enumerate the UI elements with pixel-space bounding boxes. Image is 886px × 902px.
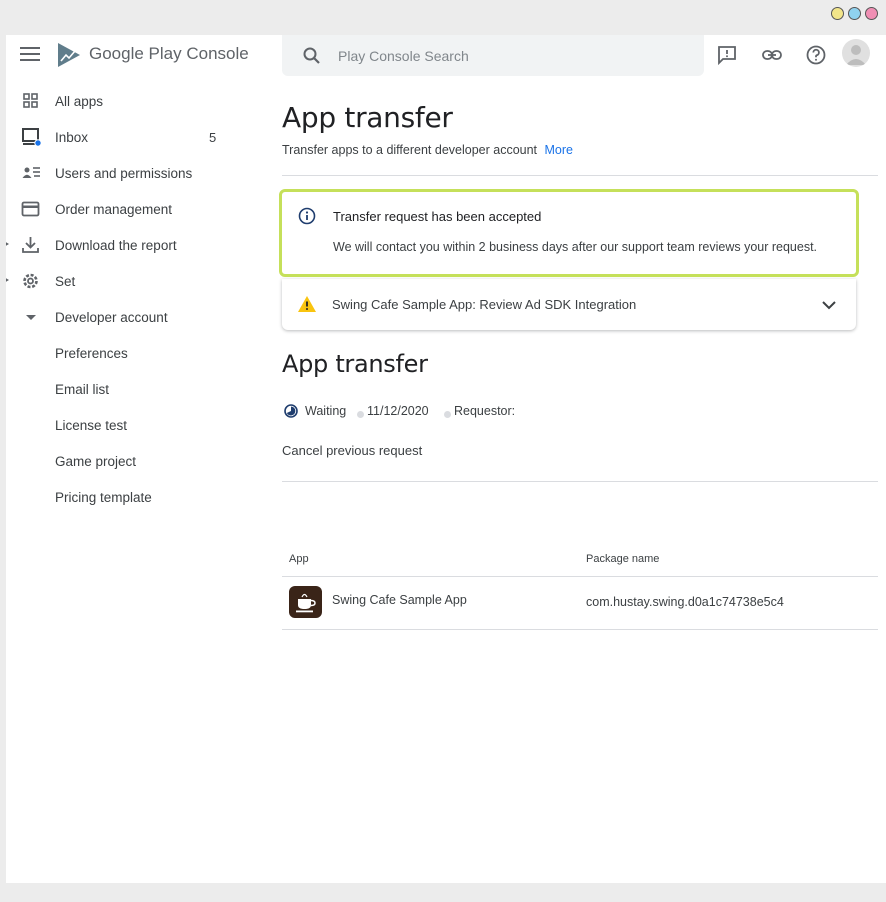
separator-dot	[357, 411, 364, 418]
search-bar	[282, 35, 704, 76]
window-controls	[831, 7, 878, 20]
page-title: App transfer	[282, 101, 453, 134]
column-header-app: App	[289, 553, 309, 565]
sidebar-item-all-apps[interactable]: All apps	[6, 83, 246, 119]
sidebar-item-developer-account[interactable]: Developer account	[6, 299, 246, 335]
sidebar-subitem-pricing-template[interactable]: Pricing template	[6, 479, 246, 515]
sidebar-subitem-label: Preferences	[55, 346, 128, 361]
close-button[interactable]	[865, 7, 878, 20]
column-header-package-name: Package name	[586, 553, 660, 565]
avatar[interactable]	[842, 39, 870, 67]
minimize-button[interactable]	[831, 7, 844, 20]
subtitle-text: Transfer apps to a different developer a…	[282, 143, 538, 157]
more-link[interactable]: More	[545, 143, 573, 157]
app-icon	[289, 586, 322, 618]
sidebar-nav: All apps Inbox 5 Users and permissions O…	[6, 83, 246, 515]
feedback-icon[interactable]	[716, 44, 738, 66]
warning-icon	[298, 296, 316, 312]
transfer-date: 11/12/2020	[367, 404, 429, 418]
play-console-logo-icon	[58, 43, 80, 67]
sidebar-item-label: All apps	[55, 94, 104, 109]
chevron-down-icon[interactable]	[820, 296, 838, 314]
transfer-requestor: Requestor:	[454, 404, 516, 418]
caret-down-icon	[26, 315, 36, 320]
search-input[interactable]	[338, 45, 678, 67]
success-alert: Transfer request has been accepted We wi…	[279, 189, 859, 277]
sidebar-item-label: Order management	[55, 202, 173, 217]
sidebar-subitem-label: Game project	[55, 454, 137, 469]
app-window: Google Play Console Play Console Search …	[6, 35, 886, 883]
alert-title: Transfer request has been accepted	[333, 209, 542, 224]
divider	[282, 481, 878, 482]
sidebar-subitem-label: License test	[55, 418, 128, 433]
alert-message: We will contact you within 2 business da…	[333, 240, 818, 254]
waiting-icon	[284, 404, 298, 418]
divider	[282, 175, 878, 176]
brand-google-play: Google Play	[89, 44, 182, 63]
sidebar-subitem-game-project[interactable]: Game project	[6, 443, 246, 479]
inbox-count-badge: 5	[209, 130, 217, 145]
coffee-cup-icon	[296, 593, 316, 613]
help-icon[interactable]	[805, 44, 827, 66]
download-icon	[22, 237, 39, 253]
sidebar-item-order-management[interactable]: Order management	[6, 191, 246, 227]
gear-icon	[23, 273, 38, 289]
brand-console: Console	[186, 44, 249, 63]
link-icon[interactable]	[761, 44, 783, 66]
users-icon	[22, 167, 40, 178]
inbox-icon	[22, 128, 41, 146]
app-name[interactable]: Swing Cafe Sample App	[332, 593, 467, 607]
sidebar-item-label: Inbox	[55, 130, 89, 145]
issue-text: Swing Cafe Sample App: Review Ad SDK Int…	[332, 297, 637, 312]
sidebar-item-inbox[interactable]: Inbox 5	[6, 119, 246, 155]
sidebar-item-label: Developer account	[55, 310, 168, 325]
account-icon	[846, 45, 866, 65]
maximize-button[interactable]	[848, 7, 861, 20]
brand[interactable]: Google Play Console	[89, 44, 249, 64]
expand-caret-icon	[6, 278, 9, 282]
sidebar-item-set[interactable]: Set	[6, 263, 246, 299]
sidebar-item-download-report[interactable]: Download the report	[6, 227, 246, 263]
transfer-status: Waiting	[305, 404, 347, 418]
separator-dot	[444, 411, 451, 418]
sidebar-subitem-email-list[interactable]: Email list	[6, 371, 246, 407]
table-divider	[282, 629, 878, 630]
info-icon	[298, 207, 316, 225]
transfer-title: App transfer	[282, 350, 428, 378]
menu-icon[interactable]	[20, 47, 40, 63]
sidebar-item-label: Download the report	[55, 238, 177, 253]
package-name: com.hustay.swing.d0a1c74738e5c4	[586, 595, 784, 609]
sidebar-item-users-and-permissions[interactable]: Users and permissions	[6, 155, 246, 191]
page-subtitle: Transfer apps to a different developer a…	[282, 143, 573, 157]
sidebar-subitem-preferences[interactable]: Preferences	[6, 335, 246, 371]
grid-icon	[23, 93, 38, 108]
sidebar-item-label: Set	[55, 274, 76, 289]
table-divider	[282, 576, 878, 577]
issue-card[interactable]: Swing Cafe Sample App: Review Ad SDK Int…	[282, 279, 856, 330]
sidebar-subitem-label: Email list	[55, 382, 110, 397]
expand-caret-icon	[6, 242, 9, 246]
window-titlebar	[0, 0, 886, 35]
credit-card-icon	[21, 201, 40, 217]
sidebar-item-label: Users and permissions	[55, 166, 193, 181]
sidebar-subitem-label: Pricing template	[55, 490, 152, 505]
cancel-request-button[interactable]: Cancel previous request	[282, 443, 422, 458]
search-icon[interactable]	[302, 46, 322, 66]
sidebar-subitem-license-test[interactable]: License test	[6, 407, 246, 443]
